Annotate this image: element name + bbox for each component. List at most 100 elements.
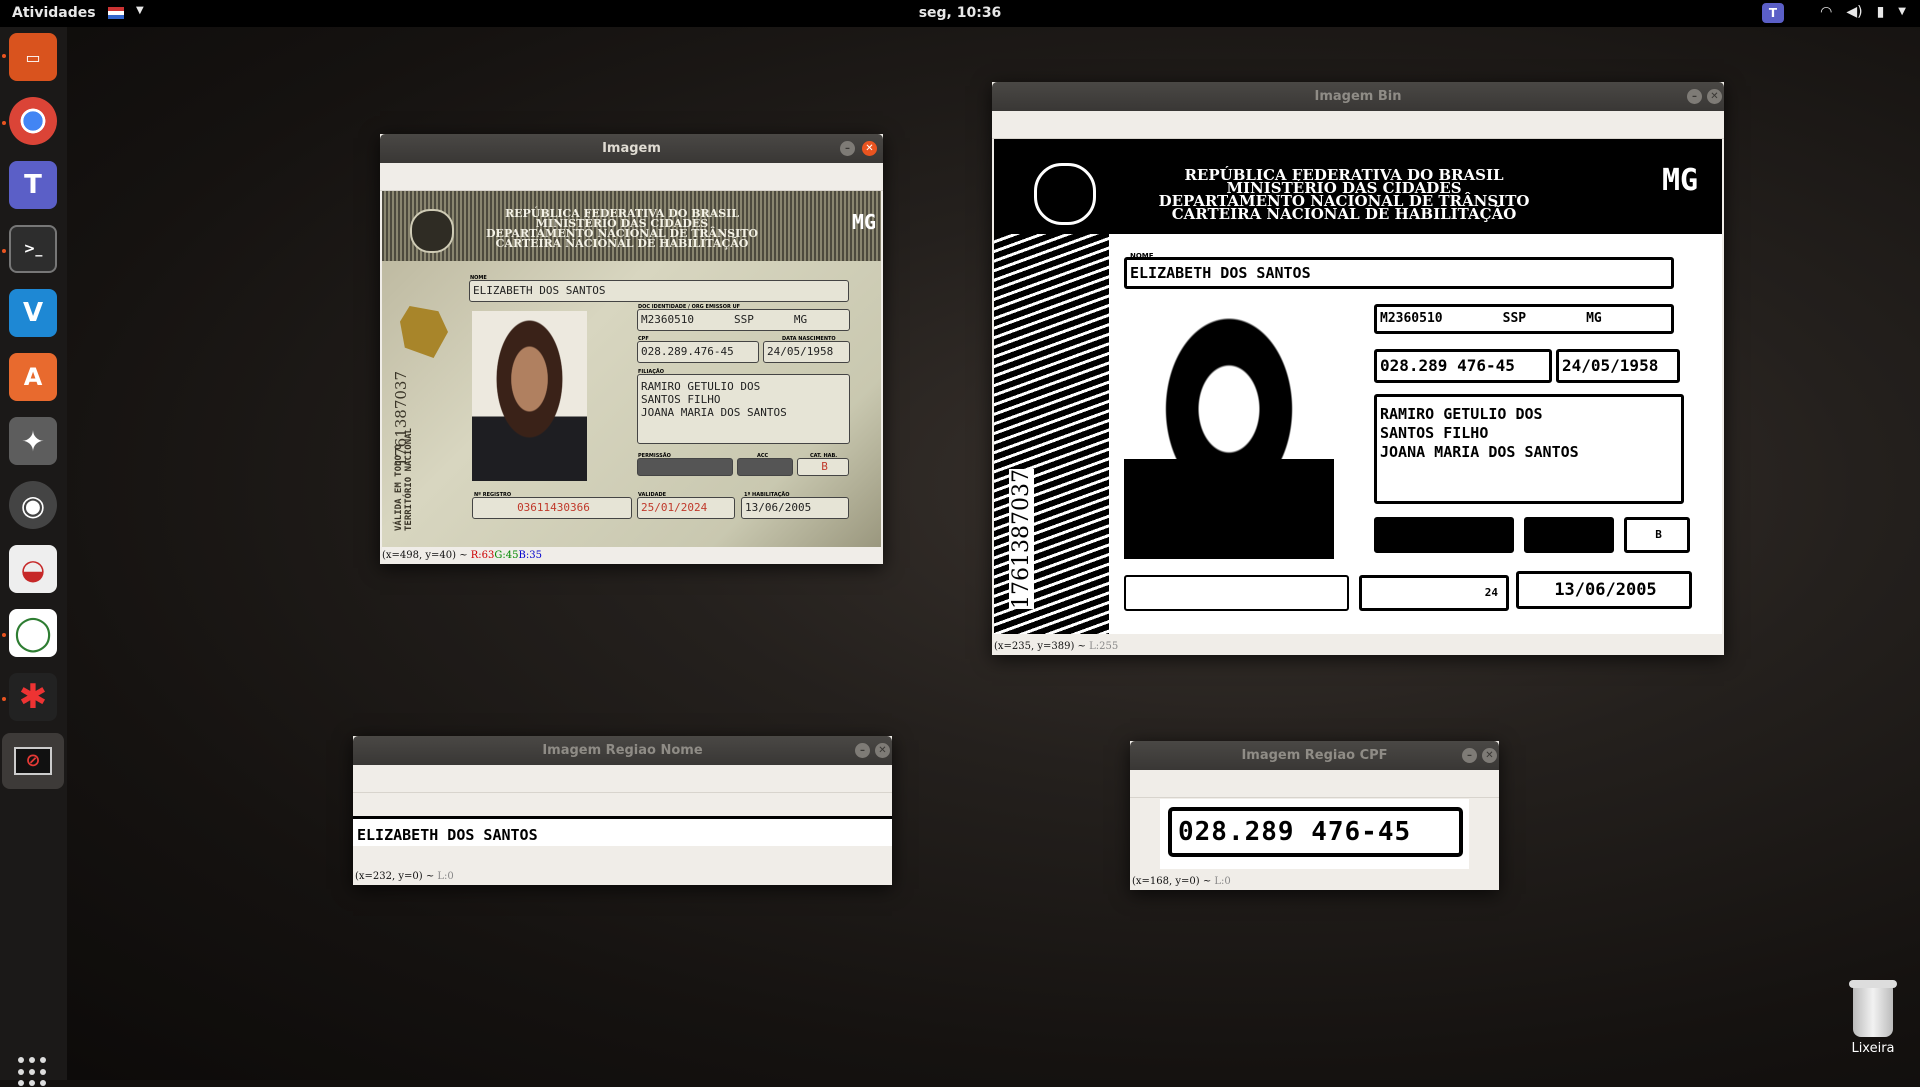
- cpf-field: 028.289 476-45: [1374, 349, 1552, 383]
- sync-icon[interactable]: ◯: [9, 609, 57, 657]
- filiacao-line: SANTOS FILHO: [1380, 424, 1489, 442]
- window-title: Imagem: [602, 141, 661, 156]
- nascimento-field: 24/05/1958: [763, 341, 850, 363]
- doc-value: M2360510: [1380, 311, 1443, 326]
- show-applications-icon[interactable]: [18, 1057, 48, 1087]
- cpf-field: 028.289.476-45: [637, 341, 759, 363]
- activities-button[interactable]: Atividades: [12, 5, 96, 21]
- window-titlebar[interactable]: Imagem Regiao Nome – ✕: [353, 736, 892, 765]
- chevron-down-icon[interactable]: ▼: [1898, 4, 1906, 20]
- doc-field: M2360510 SSP MG: [637, 309, 850, 331]
- teams-tray-icon[interactable]: T: [1762, 3, 1784, 23]
- card-header-text: REPÚBLICA FEDERATIVA DO BRASIL MINISTÉRI…: [472, 208, 772, 250]
- header-line: CARTEIRA NACIONAL DE HABILITAÇÃO: [495, 237, 749, 250]
- status-bar: (x=498, y=40) ~ R:63G:45B:35: [380, 548, 883, 564]
- close-icon[interactable]: ✕: [1707, 89, 1722, 104]
- header-line: CARTEIRA NACIONAL DE HABILITAÇÃO: [1171, 205, 1517, 223]
- speaker-icon[interactable]: ◉: [9, 481, 57, 529]
- filiacao-field: RAMIRO GETULIO DOS SANTOS FILHO JOANA MA…: [637, 374, 850, 444]
- wifi-icon[interactable]: ◠: [1820, 4, 1832, 20]
- close-icon[interactable]: ✕: [1482, 748, 1497, 763]
- toolbar-area: [1130, 770, 1499, 798]
- nome-crop-image: ELIZABETH DOS SANTOS: [353, 816, 892, 846]
- status-bar: (x=232, y=0) ~ L:0: [353, 869, 892, 885]
- minimize-icon[interactable]: –: [1462, 748, 1477, 763]
- doc-field: M2360510 SSP MG: [1374, 304, 1674, 334]
- filiacao-line: JOANA MARIA DOS SANTOS: [641, 406, 787, 419]
- filiacao-line: RAMIRO GETULIO DOS: [1380, 405, 1543, 423]
- brasao-icon: [1034, 163, 1096, 225]
- doc-uf-value: MG: [1586, 311, 1602, 326]
- status-b: B:35: [518, 550, 542, 561]
- window-title: Imagem Bin: [1314, 89, 1402, 104]
- top-bar: Atividades ▼ seg, 10:36 T ◠ ◀) ▮ ▼: [0, 0, 1920, 27]
- spacer: [353, 799, 892, 801]
- teams-icon[interactable]: T: [9, 161, 57, 209]
- toolbar-area: [992, 111, 1724, 139]
- trash-icon[interactable]: [1849, 980, 1897, 1037]
- window-titlebar[interactable]: Imagem – ✕: [380, 134, 883, 163]
- status-coords: (x=498, y=40) ~: [382, 550, 471, 561]
- disk-usage-icon[interactable]: ◒: [9, 545, 57, 593]
- categoria-field: B: [1624, 517, 1690, 553]
- cpf-crop-image: 028.289 476-45: [1160, 799, 1469, 869]
- photo: [1124, 309, 1334, 559]
- settings-icon[interactable]: ✦: [9, 417, 57, 465]
- chrome-icon[interactable]: [9, 97, 57, 145]
- terminal-icon[interactable]: >_: [9, 225, 57, 273]
- image-viewer-icon[interactable]: ⊘: [2, 733, 64, 789]
- status-coords: (x=232, y=0) ~: [355, 871, 438, 882]
- window-imagem[interactable]: Imagem – ✕ REPÚBLICA FEDERATIVA DO BRASI…: [380, 134, 883, 564]
- toolbar-area: [353, 765, 892, 793]
- doc-value: M2360510: [641, 313, 694, 326]
- validade-field: 24: [1359, 575, 1509, 611]
- running-indicator: [2, 249, 6, 253]
- brazil-map-icon: [400, 306, 448, 358]
- clock[interactable]: seg, 10:36: [919, 5, 1002, 21]
- photo: [472, 311, 587, 481]
- volume-icon[interactable]: ◀): [1846, 4, 1862, 20]
- cnh-image: REPÚBLICA FEDERATIVA DO BRASIL MINISTÉRI…: [382, 191, 881, 547]
- nome-field: ELIZABETH DOS SANTOS: [469, 280, 849, 302]
- minimize-icon[interactable]: –: [855, 743, 870, 758]
- window-regiao-nome[interactable]: Imagem Regiao Nome – ✕ ELIZABETH DOS SAN…: [353, 736, 892, 885]
- window-titlebar[interactable]: Imagem Regiao CPF – ✕: [1130, 741, 1499, 770]
- permissao-field: [637, 458, 733, 476]
- window-regiao-cpf[interactable]: Imagem Regiao CPF – ✕ 028.289 476-45 (x=…: [1130, 741, 1499, 890]
- state-label: MG: [852, 210, 877, 234]
- primeira-hab-field: 13/06/2005: [1516, 571, 1692, 609]
- files-icon[interactable]: ▭: [9, 33, 57, 81]
- window-imagem-bin[interactable]: Imagem Bin – ✕ REPÚBLICA FEDERATIVA DO B…: [992, 82, 1724, 655]
- state-label: MG: [1662, 163, 1699, 198]
- cpf-crop-text: 028.289 476-45: [1168, 807, 1463, 857]
- software-center-icon[interactable]: A: [9, 353, 57, 401]
- side-number: 1761387037: [1009, 469, 1034, 609]
- toolbar-area: [380, 163, 883, 191]
- filiacao-line: JOANA MARIA DOS SANTOS: [1380, 443, 1579, 461]
- status-coords: (x=235, y=389) ~: [994, 641, 1090, 652]
- running-indicator: [2, 54, 6, 58]
- keyboard-layout-flag-icon[interactable]: [108, 7, 124, 19]
- network-icon[interactable]: ✱: [9, 673, 57, 721]
- status-l: L:0: [1214, 876, 1231, 887]
- vscode-icon[interactable]: V: [9, 289, 57, 337]
- side-text: VÁLIDA EM TODO O TERRITÓRIO NACIONAL: [394, 428, 414, 531]
- running-indicator: [2, 697, 6, 701]
- close-icon[interactable]: ✕: [862, 141, 877, 156]
- permissao-field: [1374, 517, 1514, 553]
- status-g: G:45: [494, 550, 519, 561]
- primeira-hab-field: 13/06/2005: [741, 497, 849, 519]
- minimize-icon[interactable]: –: [1687, 89, 1702, 104]
- minimize-icon[interactable]: –: [840, 141, 855, 156]
- battery-icon[interactable]: ▮: [1877, 4, 1885, 20]
- registro-field: [1124, 575, 1349, 611]
- validade-field: 25/01/2024: [637, 497, 735, 519]
- status-bar: (x=235, y=389) ~ L:255: [992, 639, 1724, 655]
- trash-desktop-icon[interactable]: Lixeira: [1838, 980, 1908, 1056]
- chevron-down-icon[interactable]: ▼: [136, 5, 144, 16]
- close-icon[interactable]: ✕: [875, 743, 890, 758]
- system-tray[interactable]: ◠ ◀) ▮ ▼: [1820, 4, 1906, 20]
- nascimento-field: 24/05/1958: [1556, 349, 1680, 383]
- window-titlebar[interactable]: Imagem Bin – ✕: [992, 82, 1724, 111]
- nome-field: ELIZABETH DOS SANTOS: [1124, 257, 1674, 289]
